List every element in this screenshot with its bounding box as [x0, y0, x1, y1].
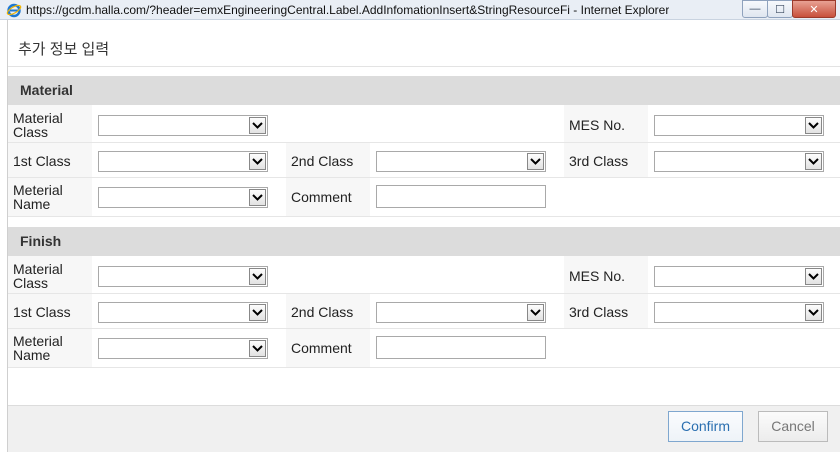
minimize-button[interactable]: — — [742, 0, 768, 18]
close-icon: ✕ — [809, 3, 819, 16]
label-material-name: Meterial Name — [13, 333, 63, 363]
section-header-finish: Finish — [8, 227, 840, 256]
chevron-down-icon — [249, 153, 266, 170]
3rd-class-select[interactable] — [654, 151, 824, 172]
2nd-class-select[interactable] — [376, 151, 546, 172]
minimize-icon: — — [749, 3, 761, 15]
label-1st-class: 1st Class — [13, 304, 71, 320]
section-header-material: Material — [8, 76, 840, 105]
label-mes-no: MES No. — [569, 117, 626, 133]
chevron-down-icon — [527, 153, 544, 170]
chevron-down-icon — [527, 304, 544, 321]
finish-2nd-class-select[interactable] — [376, 302, 546, 323]
label-3rd-class: 3rd Class — [569, 153, 629, 169]
popup-title: 추가 정보 입력 — [18, 41, 110, 58]
internet-explorer-icon — [6, 2, 22, 18]
comment-input[interactable] — [376, 185, 546, 208]
label-2nd-class: 2nd Class — [291, 153, 354, 169]
label-material-name: Meterial Name — [13, 182, 63, 212]
material-class-select[interactable] — [98, 115, 268, 136]
chevron-down-icon — [249, 268, 266, 285]
chevron-down-icon — [249, 117, 266, 134]
window-title-bar: https://gcdm.halla.com/?header=emxEngine… — [0, 0, 840, 20]
maximize-button[interactable]: ☐ — [767, 0, 793, 18]
confirm-button[interactable]: Confirm — [668, 411, 743, 442]
finish-material-class-select[interactable] — [98, 266, 268, 287]
label-material-class: Material Class — [13, 261, 63, 291]
chevron-down-icon — [805, 268, 822, 285]
label-mes-no: MES No. — [569, 268, 626, 284]
label-3rd-class: 3rd Class — [569, 304, 629, 320]
label-comment: Comment — [291, 189, 352, 205]
finish-1st-class-select[interactable] — [98, 302, 268, 323]
label-1st-class: 1st Class — [13, 153, 71, 169]
label-material-class: Material Class — [13, 110, 63, 140]
chevron-down-icon — [805, 153, 822, 170]
dialog-footer: Confirm Cancel — [8, 405, 840, 452]
add-info-popup: 추가 정보 입력 Material Material Class MES No.… — [7, 20, 840, 452]
label-comment: Comment — [291, 340, 352, 356]
chevron-down-icon — [805, 304, 822, 321]
finish-mes-no-select[interactable] — [654, 266, 824, 287]
cancel-button[interactable]: Cancel — [758, 411, 828, 442]
chevron-down-icon — [249, 304, 266, 321]
maximize-icon: ☐ — [775, 3, 785, 16]
finish-material-name-select[interactable] — [98, 338, 268, 359]
row-divider — [8, 328, 840, 329]
title-divider — [8, 66, 840, 67]
row-divider — [8, 293, 840, 294]
close-button[interactable]: ✕ — [792, 0, 836, 18]
window-title: https://gcdm.halla.com/?header=emxEngine… — [26, 2, 670, 17]
chevron-down-icon — [249, 189, 266, 206]
row-divider — [8, 367, 840, 368]
material-name-select[interactable] — [98, 187, 268, 208]
row-divider — [8, 142, 840, 143]
row-divider — [8, 177, 840, 178]
chevron-down-icon — [805, 117, 822, 134]
finish-3rd-class-select[interactable] — [654, 302, 824, 323]
finish-comment-input[interactable] — [376, 336, 546, 359]
row-divider — [8, 216, 840, 217]
chevron-down-icon — [249, 340, 266, 357]
label-2nd-class: 2nd Class — [291, 304, 354, 320]
mes-no-select[interactable] — [654, 115, 824, 136]
1st-class-select[interactable] — [98, 151, 268, 172]
